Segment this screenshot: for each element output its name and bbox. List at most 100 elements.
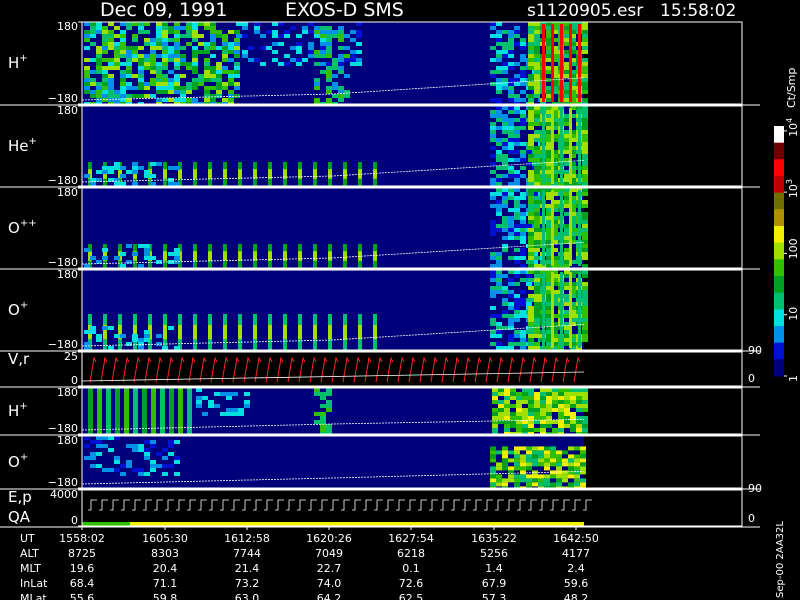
- y-tick-label: 180: [57, 186, 78, 199]
- panel-label-o-plus-1: O+: [8, 300, 28, 319]
- footer-value: 21.4: [235, 562, 260, 575]
- footer-value: 6218: [397, 547, 425, 560]
- y-tick-label: 25: [64, 350, 78, 363]
- right-tick-label: 90: [748, 482, 762, 495]
- panel-label-he-plus: He+: [8, 136, 37, 155]
- colorbar-swatch: [774, 142, 784, 160]
- y-tick-label: 0: [71, 514, 78, 527]
- panel-he-plus: 180−180He+: [0, 104, 760, 188]
- panel-label-h-plus-2: H+: [8, 401, 28, 420]
- footer-value: 1620:26: [306, 532, 352, 545]
- y-tick-label: 180: [57, 104, 78, 117]
- colorbar-swatch: [774, 209, 784, 227]
- footer-value: 67.9: [482, 577, 507, 590]
- footer-value: 19.6: [70, 562, 95, 575]
- right-tick-label: 90: [748, 344, 762, 357]
- plot-instrument: EXOS-D SMS: [285, 0, 404, 21]
- colorbar-swatch: [774, 192, 784, 210]
- panel-h-plus-2: 180−180H+: [0, 386, 760, 436]
- footer-value: 8303: [151, 547, 179, 560]
- colorbar-swatch: [774, 259, 784, 277]
- y-tick-label: 180: [57, 20, 78, 33]
- right-tick-label: 0: [748, 512, 755, 525]
- footer-row-label: MLT: [20, 562, 41, 575]
- colorbar-tick-label: 103: [785, 179, 800, 198]
- colorbar-swatch: [774, 309, 784, 327]
- footer-value: 7049: [315, 547, 343, 560]
- colorbar-tick-label: 10: [787, 307, 800, 321]
- colorbar-swatch: [774, 359, 784, 377]
- colorbar-swatch: [774, 342, 784, 360]
- colorbar-swatch: [774, 159, 784, 177]
- footer-value: 2.4: [567, 562, 585, 575]
- plot-time: 15:58:02: [660, 1, 736, 21]
- y-tick-label: 4000: [50, 488, 78, 501]
- panel-label-o-plus-2: O+: [8, 452, 28, 471]
- footer-value: 1635:22: [471, 532, 517, 545]
- y-tick-label: 180: [57, 268, 78, 281]
- footer-row-label: UT: [20, 532, 35, 545]
- footer-value: 73.2: [235, 577, 260, 590]
- footer-value: 1642:50: [553, 532, 599, 545]
- panel-o-plus-1: 180−180O+: [0, 268, 760, 352]
- footer-value: 22.7: [317, 562, 342, 575]
- footer-value: 1.4: [485, 562, 503, 575]
- colorbar-tick-label: 100: [787, 238, 800, 259]
- panel-o-plus-plus: 180−180O++: [0, 186, 760, 270]
- plot-file: s1120905.esr: [527, 1, 643, 21]
- footer-value: 74.0: [317, 577, 342, 590]
- plot-date: Dec 09, 1991: [100, 0, 227, 21]
- footer-value: 72.6: [399, 577, 424, 590]
- exos-d-sms-summary-plot: Dec 09, 1991 EXOS-D SMS s1120905.esr 15:…: [0, 0, 800, 600]
- footer-value: 5256: [480, 547, 508, 560]
- footer-value: 0.1: [402, 562, 420, 575]
- footer-row-label: InLat: [20, 577, 48, 590]
- qa-bar-caution: [130, 522, 584, 526]
- qa-bar-good: [82, 522, 130, 526]
- panel-h-plus-1: 180−180H+: [0, 20, 760, 106]
- colorbar: Ct/Smp 1 10 100 103 104: [774, 68, 800, 382]
- footer-value: 20.4: [153, 562, 178, 575]
- footer-value: 1612:58: [224, 532, 270, 545]
- footer-value: 1558:02: [59, 532, 105, 545]
- footer-value: 59.6: [564, 577, 589, 590]
- colorbar-title: Ct/Smp: [785, 68, 798, 108]
- panel-label-qa: QA: [8, 508, 31, 526]
- side-label: Sep-00 2AA32L: [775, 521, 786, 598]
- footer-value: 68.4: [70, 577, 95, 590]
- panel-label-o-plus-plus: O++: [8, 218, 37, 237]
- colorbar-swatch: [774, 176, 784, 194]
- y-tick-label: 180: [57, 386, 78, 399]
- right-tick-label: 0: [748, 372, 755, 385]
- panel-label-e-p: E,p: [8, 488, 32, 506]
- panel-label-h-plus-1: H+: [8, 53, 28, 72]
- footer-row-label: MLat: [20, 592, 47, 600]
- footer-value: 48.2: [564, 592, 589, 600]
- colorbar-swatch: [774, 276, 784, 294]
- y-tick-label: 180: [57, 434, 78, 447]
- footer-value: 55.6: [70, 592, 95, 600]
- panel-o-plus-2: 180−180O+: [0, 434, 760, 491]
- footer-value: 71.1: [153, 577, 178, 590]
- panel-label-v-r: V,r: [8, 350, 30, 368]
- colorbar-swatch: [774, 326, 784, 344]
- orbit-footer: UT 1558:02 1605:30 1612:58 1620:26 1627:54 163…: [20, 526, 599, 600]
- colorbar-tick-label: 104: [785, 118, 800, 137]
- footer-value: 63.0: [235, 592, 260, 600]
- colorbar-swatch: [774, 126, 784, 144]
- colorbar-swatch: [774, 226, 784, 244]
- footer-value: 62.5: [399, 592, 424, 600]
- footer-value: 1605:30: [142, 532, 188, 545]
- footer-value: 64.2: [317, 592, 342, 600]
- footer-value: 7744: [233, 547, 261, 560]
- footer-value: 8725: [68, 547, 96, 560]
- footer-value: 1627:54: [388, 532, 434, 545]
- footer-value: 4177: [562, 547, 590, 560]
- colorbar-tick-label: 1: [787, 375, 800, 382]
- colorbar-swatch: [774, 292, 784, 310]
- colorbar-swatch: [774, 242, 784, 260]
- footer-value: 59.8: [153, 592, 178, 600]
- panels-layer: 180−180H+180−180He+180−180O++180−180O+25…: [0, 20, 762, 528]
- footer-row-label: ALT: [20, 547, 39, 560]
- footer-value: 57.3: [482, 592, 507, 600]
